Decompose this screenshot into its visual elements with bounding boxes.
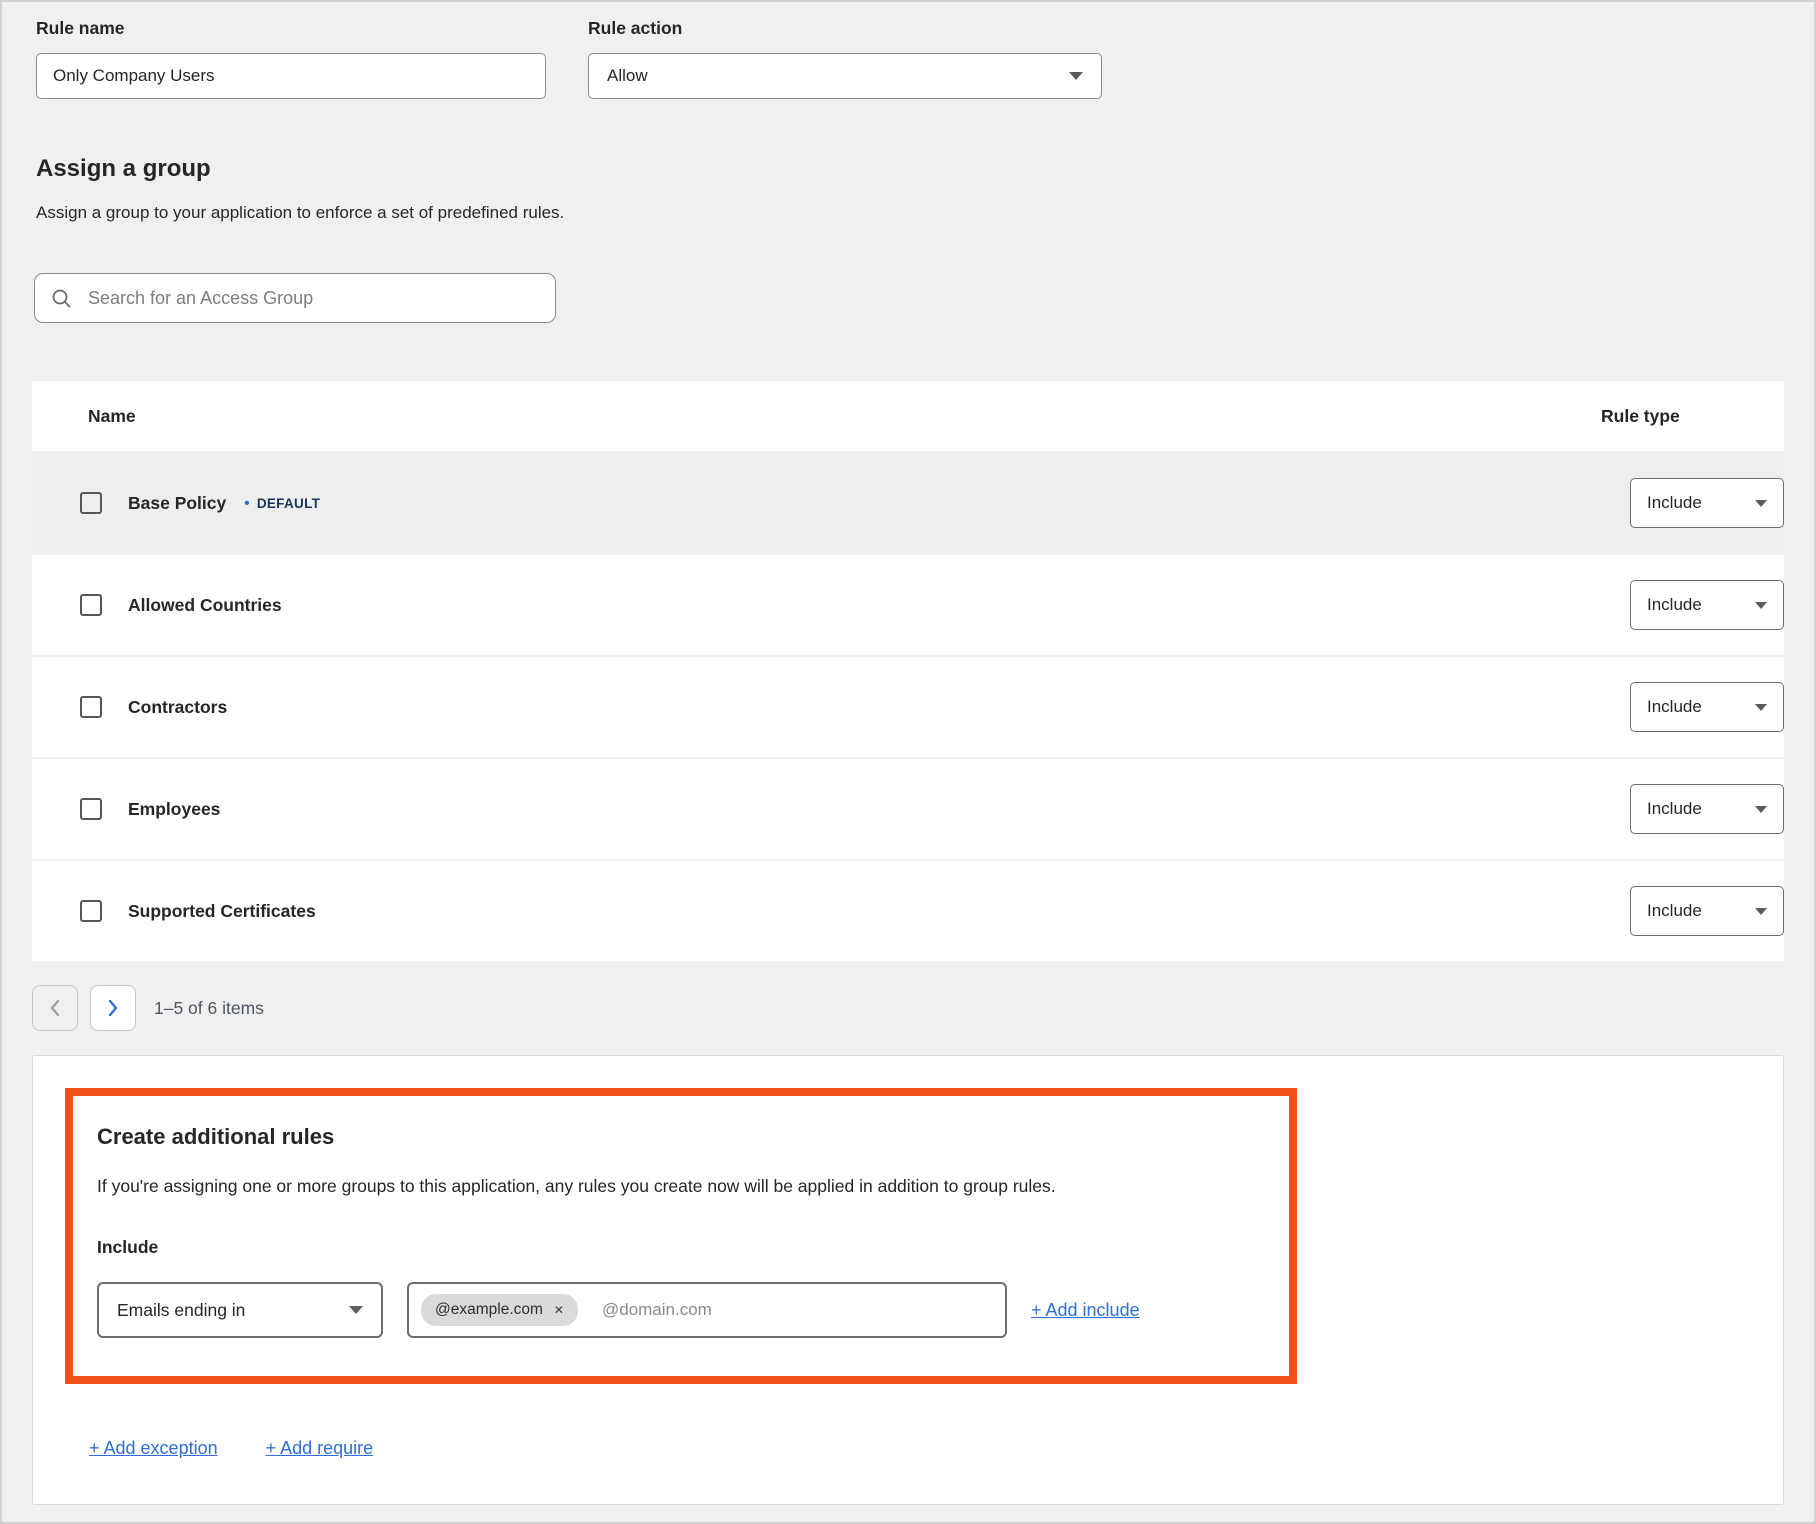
row-name: Employees [128,799,220,820]
rule-action-label: Rule action [588,18,1102,39]
access-group-search[interactable] [34,273,556,323]
access-group-search-input[interactable] [86,287,539,310]
include-rule-row: Emails ending in @example.com ✕ + Add in… [97,1282,1259,1338]
rule-type-value: Include [1647,901,1702,921]
email-domain-tag: @example.com ✕ [421,1294,578,1326]
table-row: Employees Include [32,759,1784,859]
default-badge: DEFAULT [244,495,320,512]
rule-type-select[interactable]: Include [1630,580,1784,630]
chevron-down-icon [1755,806,1767,813]
annotation-highlight-box: Create additional rules If you're assign… [65,1088,1297,1384]
chevron-down-icon [1069,72,1083,80]
tag-label: @example.com [435,1301,543,1319]
rule-action-select[interactable]: Allow [588,53,1102,99]
rule-type-select[interactable]: Include [1630,784,1784,834]
footer-links-row: + Add exception + Add require [89,1438,1783,1459]
row-checkbox[interactable] [80,696,102,718]
chevron-left-icon [49,999,61,1017]
row-checkbox[interactable] [80,798,102,820]
column-header-rule-type: Rule type [1601,406,1784,427]
next-page-button[interactable] [90,985,136,1031]
additional-rules-card: Create additional rules If you're assign… [32,1055,1784,1505]
additional-rules-heading: Create additional rules [97,1124,1259,1150]
rule-name-label: Rule name [36,18,546,39]
row-checkbox[interactable] [80,900,102,922]
email-domain-text-input[interactable] [600,1299,993,1321]
close-icon[interactable]: ✕ [554,1304,564,1316]
row-checkbox[interactable] [80,492,102,514]
search-icon [51,288,72,309]
chevron-down-icon [1755,602,1767,609]
table-row: Contractors Include [32,657,1784,757]
rule-action-field: Rule action Allow [588,18,1102,99]
rule-type-select[interactable]: Include [1630,682,1784,732]
access-group-table: Name Rule type Base Policy DEFAULT Inclu… [32,381,1784,961]
rule-type-select[interactable]: Include [1630,886,1784,936]
rule-type-select[interactable]: Include [1630,478,1784,528]
row-name: Allowed Countries [128,595,282,616]
chevron-down-icon [349,1306,363,1314]
condition-select[interactable]: Emails ending in [97,1282,383,1338]
email-domain-input[interactable]: @example.com ✕ [407,1282,1007,1338]
rule-fields-row: Rule name Rule action Allow [2,2,1814,99]
rule-type-value: Include [1647,493,1702,513]
include-label: Include [97,1237,1259,1258]
column-header-name: Name [88,406,136,427]
previous-page-button[interactable] [32,985,78,1031]
rule-name-field: Rule name [36,18,546,99]
add-require-link[interactable]: + Add require [266,1438,374,1459]
assign-group-description: Assign a group to your application to en… [36,203,1814,223]
assign-group-heading: Assign a group [36,155,1814,183]
row-name: Base Policy [128,493,226,514]
rule-name-input[interactable] [36,53,546,99]
row-checkbox[interactable] [80,594,102,616]
rule-type-value: Include [1647,595,1702,615]
add-exception-link[interactable]: + Add exception [89,1438,218,1459]
pagination-status: 1–5 of 6 items [154,998,264,1019]
chevron-down-icon [1755,704,1767,711]
condition-value: Emails ending in [117,1300,245,1321]
table-row: Allowed Countries Include [32,555,1784,655]
table-header: Name Rule type [32,381,1784,451]
chevron-down-icon [1755,908,1767,915]
table-row: Base Policy DEFAULT Include [32,453,1784,553]
add-include-link[interactable]: + Add include [1031,1300,1140,1321]
pagination: 1–5 of 6 items [32,985,1814,1031]
access-rule-page: Rule name Rule action Allow Assign a gro… [0,0,1816,1524]
row-name: Contractors [128,697,227,718]
rule-type-value: Include [1647,799,1702,819]
rule-type-value: Include [1647,697,1702,717]
additional-rules-description: If you're assigning one or more groups t… [97,1176,1259,1197]
table-row: Supported Certificates Include [32,861,1784,961]
row-name: Supported Certificates [128,901,316,922]
rule-action-value: Allow [607,66,648,86]
chevron-right-icon [107,999,119,1017]
chevron-down-icon [1755,500,1767,507]
